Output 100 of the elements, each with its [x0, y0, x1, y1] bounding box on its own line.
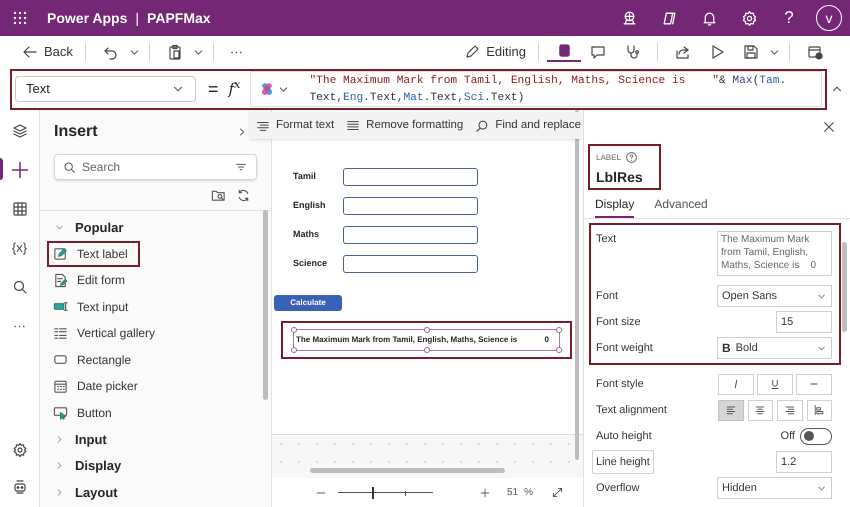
zoom-value: 51 — [507, 486, 518, 500]
formula-menu-item[interactable]: Remove formatting — [346, 116, 464, 134]
insert-item[interactable]: Edit form — [47, 267, 138, 294]
property-label: Font size — [596, 314, 641, 330]
product-name: Power Apps — [47, 8, 128, 28]
alignment-button[interactable] — [718, 400, 744, 420]
control-name: LblRes — [596, 168, 644, 187]
alignment-button[interactable] — [806, 400, 832, 420]
alignment-button[interactable] — [748, 400, 773, 420]
calculate-button[interactable]: Calculate — [274, 295, 342, 311]
property-label: Overflow — [596, 480, 640, 496]
search-input[interactable]: Search — [82, 158, 228, 176]
refresh-icon[interactable] — [236, 188, 251, 202]
formula-field[interactable]: "The Maximum Mark from Tamil, English, Maths, Science is "& Max(Tam. Text,Eng.Text,Mat.Text,Sci.Text) — [250, 71, 822, 107]
text-value-field[interactable]: The Maximum Mark from Tamil, English, Maths, Science is 0 — [717, 231, 832, 276]
result-label[interactable]: The Maximum Mark from Tamil, English, Maths, Science is 0 — [293, 329, 560, 351]
notifications-icon[interactable] — [700, 10, 718, 26]
dropdown-value: Hidden — [722, 480, 758, 496]
formula-line: Text,Eng.Text,Mat.Text,Sci.Text) — [309, 90, 526, 106]
comment-icon[interactable] — [590, 44, 606, 60]
insert-item[interactable]: Text label — [47, 240, 140, 267]
align-left-icon — [724, 404, 737, 416]
zoom-unit: % — [524, 486, 534, 500]
bot-icon[interactable] — [12, 478, 28, 494]
formula-menu-item[interactable]: Find and replace — [475, 116, 581, 134]
button-icon — [53, 405, 68, 420]
resize-handle[interactable] — [556, 327, 562, 333]
property-label: Auto height — [596, 428, 652, 444]
publish-icon[interactable] — [807, 44, 823, 60]
property-dropdown[interactable]: Text — [15, 76, 196, 102]
property-label: Font — [596, 288, 618, 304]
scrollbar[interactable] — [263, 210, 268, 400]
search-field[interactable]: Search — [54, 154, 257, 180]
text-input[interactable] — [343, 197, 478, 215]
horizontal-scrollbar[interactable] — [310, 468, 505, 473]
more-button[interactable]: ··· — [222, 42, 251, 62]
underline-icon[interactable] — [769, 378, 781, 390]
text-input[interactable] — [343, 226, 478, 244]
text-input[interactable] — [343, 255, 478, 273]
resize-handle[interactable] — [556, 347, 562, 353]
app-name: PAPFMax — [147, 8, 211, 28]
folder-search-icon[interactable] — [211, 188, 226, 202]
tab[interactable]: Display — [595, 195, 634, 218]
search-icon[interactable] — [12, 278, 28, 294]
field-label: Tamil — [293, 170, 317, 184]
category-header[interactable]: Layout — [40, 479, 271, 506]
expand-icon[interactable] — [551, 486, 564, 499]
zoom-in-icon[interactable] — [479, 486, 491, 498]
more-button[interactable]: ··· — [13, 316, 26, 336]
help-button[interactable]: ? — [769, 5, 809, 31]
resize-handle[interactable] — [291, 327, 297, 333]
formula-menu-item[interactable]: Format text — [256, 116, 334, 134]
settings-icon[interactable] — [12, 442, 28, 458]
panel-scrollbar[interactable] — [842, 242, 847, 332]
environment-icon[interactable] — [620, 10, 638, 26]
plus-icon[interactable] — [10, 160, 30, 180]
property-dropdown[interactable]: B Bold — [717, 337, 832, 359]
category-header[interactable]: Input — [40, 426, 271, 452]
back-button[interactable]: Back — [18, 39, 77, 65]
number-field[interactable]: 1.2 — [776, 451, 832, 473]
insert-item[interactable]: Button — [47, 400, 124, 426]
avatar[interactable]: v — [816, 5, 842, 31]
editing-button[interactable]: Editing — [460, 39, 530, 65]
property-label: Text alignment — [596, 402, 667, 418]
zoom-thumb[interactable] — [372, 486, 374, 498]
help-icon[interactable] — [624, 151, 638, 164]
resize-handle[interactable] — [424, 347, 430, 353]
tree-view-icon[interactable] — [12, 122, 28, 138]
toggle-state: Off — [780, 428, 795, 444]
tab[interactable]: Advanced — [654, 195, 708, 218]
insert-item[interactable]: Vertical gallery — [47, 320, 168, 346]
app-checker-icon[interactable] — [556, 42, 572, 58]
category-header[interactable]: Popular — [40, 214, 271, 240]
share-icon[interactable] — [675, 44, 691, 60]
search-icon — [475, 118, 490, 132]
text-input[interactable] — [343, 168, 478, 186]
property-dropdown[interactable]: Hidden — [717, 477, 832, 499]
close-icon[interactable] — [822, 120, 836, 134]
insert-item[interactable]: Date picker — [47, 373, 150, 400]
zoom-slider[interactable] — [338, 486, 433, 498]
number-field[interactable]: 15 — [776, 311, 832, 333]
property-label: Font style — [596, 376, 644, 392]
property-label: Line height — [592, 450, 654, 474]
insert-item[interactable]: Text input — [47, 294, 140, 320]
alignment-button[interactable] — [777, 400, 802, 420]
variables-button[interactable]: {x} — [12, 238, 28, 258]
align-right-icon — [784, 404, 796, 416]
paste-icon[interactable] — [166, 44, 183, 60]
category-header[interactable]: Display — [40, 452, 271, 479]
table-icon[interactable] — [12, 200, 28, 216]
align-center-icon — [754, 404, 766, 416]
insert-item[interactable]: Rectangle — [47, 346, 144, 373]
zoom-tick — [405, 490, 406, 496]
resize-handle[interactable] — [291, 347, 297, 353]
dropdown-value: Open Sans — [722, 288, 778, 304]
app-launcher-icon[interactable] — [12, 10, 28, 26]
save-icon[interactable] — [743, 44, 759, 60]
toggle-switch[interactable] — [800, 428, 832, 444]
resize-handle[interactable] — [424, 327, 430, 333]
property-dropdown[interactable]: Open Sans — [717, 285, 832, 307]
